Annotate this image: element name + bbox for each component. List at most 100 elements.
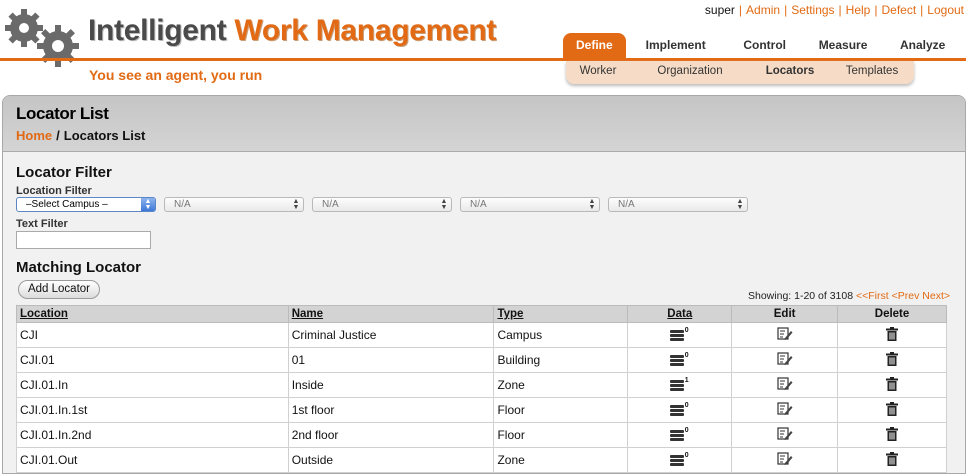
trash-can-icon[interactable] <box>886 376 899 394</box>
cell-name: Inside <box>287 372 495 398</box>
page-title: Locator List <box>16 104 109 123</box>
current-user: super <box>704 3 735 17</box>
app-title: Intelligent Work Management <box>88 14 496 48</box>
building-select-value: N/A <box>174 199 191 210</box>
cell-location: CJI <box>16 322 289 348</box>
stacked-records-icon[interactable]: 1 <box>669 377 690 392</box>
breadcrumb: Home / Locators List <box>16 128 145 143</box>
paging: Showing: 1-20 of 3108 <<First <Prev Next… <box>748 290 950 302</box>
col-edit: Edit <box>731 305 839 323</box>
campus-select[interactable]: –Select Campus – ▲ ▼ <box>16 197 156 212</box>
prev-page-link[interactable]: <Prev <box>892 290 920 302</box>
stacked-records-icon[interactable]: 0 <box>669 327 690 342</box>
cell-delete <box>837 372 947 398</box>
tab-implement[interactable]: Implement <box>626 33 726 59</box>
floor-select-value: N/A <box>470 199 487 210</box>
sub-nav: Worker Organization Locators Templates <box>566 61 914 84</box>
table-row: CJI.01.In.1st 1st floor Floor 0 <box>16 397 947 423</box>
col-name[interactable]: Name <box>287 305 495 323</box>
select-arrows-icon: ▲ ▼ <box>736 198 744 211</box>
edit-pencil-icon[interactable] <box>777 326 793 344</box>
edit-pencil-icon[interactable] <box>777 401 793 419</box>
select-arrows-icon: ▲ ▼ <box>292 198 300 211</box>
cell-location: CJI.01.Out <box>16 447 289 473</box>
cell-name: 01 <box>287 347 495 373</box>
subtab-templates[interactable]: Templates <box>830 61 914 84</box>
tab-measure[interactable]: Measure <box>804 33 882 59</box>
data-count: 0 <box>684 452 689 460</box>
select-arrows-icon: ▲ ▼ <box>588 198 596 211</box>
defect-link[interactable]: Defect <box>881 3 916 17</box>
edit-pencil-icon[interactable] <box>777 426 793 444</box>
zone-select-value: N/A <box>322 199 339 210</box>
cell-location: CJI.01 <box>16 347 289 373</box>
subtab-worker[interactable]: Worker <box>566 61 630 84</box>
col-location[interactable]: Location <box>16 305 289 323</box>
cell-name: Criminal Justice <box>287 322 495 348</box>
trash-can-icon[interactable] <box>886 326 899 344</box>
trash-can-icon[interactable] <box>886 426 899 444</box>
app-tagline: You see an agent, you run <box>89 67 263 83</box>
cell-data: 0 <box>627 347 733 373</box>
filter-section-title: Locator Filter <box>16 164 112 181</box>
col-type[interactable]: Type <box>493 305 629 323</box>
tab-control[interactable]: Control <box>726 33 804 59</box>
cell-data: 0 <box>627 422 733 448</box>
room-select[interactable]: N/A ▲ ▼ <box>608 197 748 212</box>
first-page-link[interactable]: <<First <box>856 290 889 302</box>
table-row: CJI.01.In Inside Zone 1 <box>16 372 947 398</box>
stacked-records-icon[interactable]: 0 <box>669 402 690 417</box>
room-select-value: N/A <box>618 199 635 210</box>
cell-type: Campus <box>493 322 629 348</box>
edit-pencil-icon[interactable] <box>777 351 793 369</box>
data-count: 0 <box>684 427 689 435</box>
admin-link[interactable]: Admin <box>746 3 780 17</box>
stacked-records-icon[interactable]: 0 <box>669 452 690 467</box>
cell-type: Floor <box>493 422 629 448</box>
stacked-records-icon[interactable]: 0 <box>669 427 690 442</box>
cell-data: 0 <box>627 447 733 473</box>
breadcrumb-separator: / <box>56 128 60 143</box>
trash-can-icon[interactable] <box>886 351 899 369</box>
cell-edit <box>731 422 839 448</box>
cell-type: Zone <box>493 372 629 398</box>
app-title-part2: Work Management <box>234 14 497 47</box>
cell-delete <box>837 447 947 473</box>
cell-name: 2nd floor <box>287 422 495 448</box>
trash-can-icon[interactable] <box>886 451 899 469</box>
logout-link[interactable]: Logout <box>927 3 964 17</box>
breadcrumb-home[interactable]: Home <box>16 128 52 143</box>
floor-select[interactable]: N/A ▲ ▼ <box>460 197 600 212</box>
next-page-link[interactable]: Next> <box>922 290 950 302</box>
table-row: CJI.01.In.2nd 2nd floor Floor 0 <box>16 422 947 448</box>
main-nav: Define Implement Control Measure Analyze <box>563 33 964 59</box>
add-locator-button[interactable]: Add Locator <box>18 280 100 299</box>
cell-delete <box>837 322 947 348</box>
cell-location: CJI.01.In.1st <box>16 397 289 423</box>
app-title-part1: Intelligent <box>88 14 227 47</box>
building-select[interactable]: N/A ▲ ▼ <box>164 197 304 212</box>
settings-link[interactable]: Settings <box>791 3 834 17</box>
content-panel: Locator List Home / Locators List Locator … <box>2 95 966 474</box>
campus-select-value: –Select Campus – <box>26 199 108 210</box>
header-rule <box>0 58 560 61</box>
subtab-locators[interactable]: Locators <box>750 61 830 84</box>
stacked-records-icon[interactable]: 0 <box>669 352 690 367</box>
tab-define[interactable]: Define <box>563 33 626 59</box>
table-row: CJI Criminal Justice Campus 0 <box>16 322 947 348</box>
edit-pencil-icon[interactable] <box>777 451 793 469</box>
location-filter-label: Location Filter <box>16 185 92 197</box>
edit-pencil-icon[interactable] <box>777 376 793 394</box>
select-arrows-icon: ▲ ▼ <box>141 198 155 211</box>
trash-can-icon[interactable] <box>886 401 899 419</box>
showing-count: Showing: 1-20 of 3108 <box>748 290 854 302</box>
cell-name: 1st floor <box>287 397 495 423</box>
cell-delete <box>837 347 947 373</box>
cell-name: Outside <box>287 447 495 473</box>
col-data[interactable]: Data <box>627 305 733 323</box>
text-filter-input[interactable] <box>16 231 151 249</box>
help-link[interactable]: Help <box>846 3 871 17</box>
subtab-organization[interactable]: Organization <box>630 61 750 84</box>
zone-select[interactable]: N/A ▲ ▼ <box>312 197 452 212</box>
tab-analyze[interactable]: Analyze <box>882 33 964 59</box>
